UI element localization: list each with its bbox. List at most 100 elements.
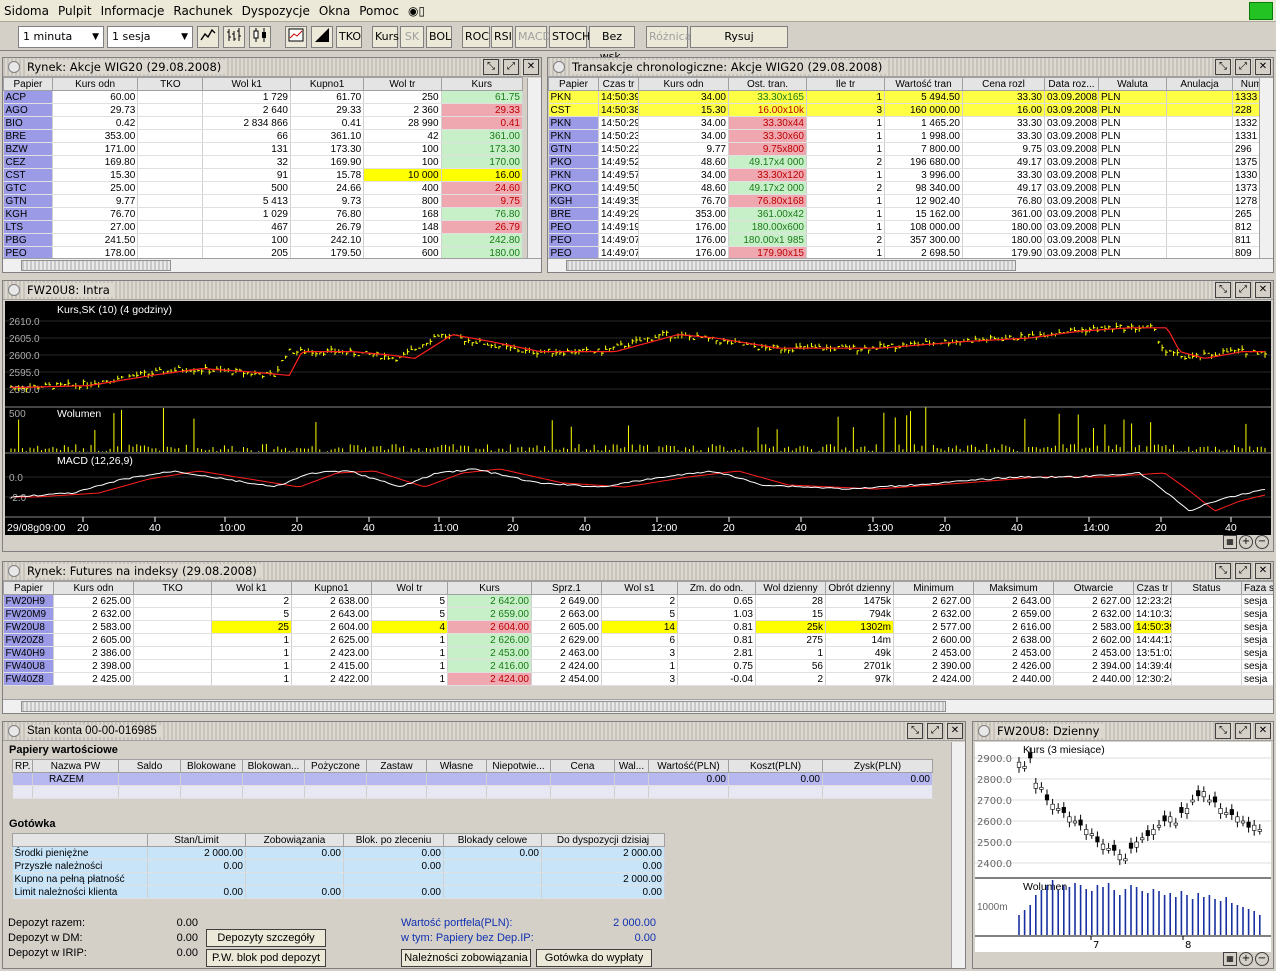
- table-row[interactable]: GTN 9.77 5 413 9.73 800 9.75: [3, 194, 524, 208]
- table-row[interactable]: PKO 14:49:50 48.60 49.17x2 000 2 98 340.00 49.…: [548, 181, 1273, 195]
- plugin-icon[interactable]: ◉▯: [408, 4, 425, 18]
- table-row[interactable]: FW20H9 2 625.00 2 2 638.00 5 2 642.00 2 649.00…: [3, 594, 1273, 608]
- bez-wsk-button[interactable]: Bez wsk.: [589, 26, 635, 63]
- interval-select[interactable]: 1 minuta ▼: [18, 26, 104, 48]
- table-row[interactable]: Kupno na pełną płatność 2 000.00: [12, 872, 791, 886]
- menu-rachunek[interactable]: Rachunek: [173, 4, 232, 18]
- close-icon[interactable]: ✕: [1255, 723, 1271, 739]
- table-row[interactable]: PKN 14:50:39 34.00 33.30x165 1 5 494.50 33.30 0…: [548, 90, 1273, 104]
- table-row[interactable]: PBG 241.50 100 242.10 100 242.80: [3, 233, 524, 247]
- undock-icon[interactable]: ⤡: [1215, 723, 1231, 739]
- table-row[interactable]: BZW 171.00 131 173.30 100 173.30: [3, 142, 524, 156]
- candle-chart-icon[interactable]: [249, 26, 271, 48]
- window-menu-icon[interactable]: [8, 725, 20, 737]
- table-row[interactable]: PKO 14:49:52 48.60 49.17x4 000 2 196 680.00 49…: [548, 155, 1273, 169]
- zoom-out-icon[interactable]: −: [1255, 535, 1269, 549]
- intra-chart[interactable]: Kurs,SK (10) (4 godziny) Wolumen 500 MAC…: [5, 301, 1271, 535]
- stoch-button[interactable]: STOCH: [549, 26, 590, 48]
- kurs-button[interactable]: Kurs: [372, 26, 399, 48]
- close-icon[interactable]: ✕: [523, 59, 539, 75]
- maximize-icon[interactable]: ⤢: [1235, 59, 1251, 75]
- undock-icon[interactable]: ⤡: [1215, 59, 1231, 75]
- maximize-icon[interactable]: ⤢: [1235, 563, 1251, 579]
- roznica-button[interactable]: Różnica: [646, 26, 691, 48]
- table-row[interactable]: PKN 14:49:57 34.00 33.30x120 1 3 996.00 33.30 0…: [548, 168, 1273, 182]
- volume-shape-icon[interactable]: [311, 26, 333, 48]
- undock-icon[interactable]: ⤡: [1215, 282, 1231, 298]
- menu-pomoc[interactable]: Pomoc: [359, 4, 399, 18]
- window-menu-icon[interactable]: [8, 284, 20, 296]
- table-row[interactable]: PKN 14:50:23 34.00 33.30x60 1 1 998.00 33.30 03…: [548, 129, 1273, 143]
- window-menu-icon[interactable]: [978, 725, 990, 737]
- window-menu-icon[interactable]: [553, 61, 565, 73]
- table-row[interactable]: PKN 14:50:29 34.00 33.30x44 1 1 465.20 33.30 03…: [548, 116, 1273, 130]
- close-icon[interactable]: ✕: [1255, 59, 1271, 75]
- table-row[interactable]: Limit należności klienta 0.00 0.00 0.00 0.00: [12, 885, 791, 899]
- table-row[interactable]: PEO 14:49:07 176.00 180.00x1 985 2 357 300.00…: [548, 233, 1273, 247]
- undock-icon[interactable]: ⤡: [907, 723, 923, 739]
- maximize-icon[interactable]: ⤢: [1235, 282, 1251, 298]
- table-row[interactable]: BRE 14:49:29 353.00 361.00x42 1 15 162.00 361.…: [548, 207, 1273, 221]
- window-menu-icon[interactable]: [8, 565, 20, 577]
- undock-icon[interactable]: ⤡: [483, 59, 499, 75]
- table-row[interactable]: CEZ 169.80 32 169.90 100 170.00: [3, 155, 524, 169]
- table-row[interactable]: GTC 25.00 500 24.66 400 24.60: [3, 181, 524, 195]
- close-icon[interactable]: ✕: [1255, 563, 1271, 579]
- sk-button[interactable]: SK: [400, 26, 424, 48]
- table-row[interactable]: BRE 353.00 66 361.10 42 361.00: [3, 129, 524, 143]
- grid-icon[interactable]: ▦: [1223, 535, 1237, 549]
- grid-icon[interactable]: ▦: [1223, 952, 1237, 966]
- futures-horizontal-scrollbar[interactable]: [3, 699, 1273, 713]
- cash-withdrawal-button[interactable]: Gotówka do wypłaty: [536, 949, 652, 967]
- table-row[interactable]: PEO 14:49:19 176.00 180.00x600 1 108 000.00 18…: [548, 220, 1273, 234]
- table-row[interactable]: FW40Z8 2 425.00 1 2 422.00 1 2 424.00 2 454.00…: [3, 672, 1273, 686]
- window-menu-icon[interactable]: [8, 61, 20, 73]
- close-icon[interactable]: ✕: [1255, 282, 1271, 298]
- macd-button[interactable]: MACD: [515, 26, 551, 48]
- table-row[interactable]: KGH 76.70 1 029 76.80 168 76.80: [3, 207, 524, 221]
- bol-button[interactable]: BOL: [426, 26, 452, 48]
- table-row[interactable]: ACP 60.00 1 729 61.70 250 61.75: [3, 90, 524, 104]
- account-vertical-scrollbar[interactable]: [951, 742, 965, 968]
- deposits-details-button[interactable]: Depozyty szczegóły: [206, 929, 326, 947]
- table-row[interactable]: AGO 29.73 2 640 29.33 2 360 29.33: [3, 103, 524, 117]
- zoom-out-icon[interactable]: −: [1255, 952, 1269, 966]
- rysuj-button[interactable]: Rysuj: [690, 26, 788, 48]
- daily-chart[interactable]: Kurs (3 miesiące) Wolumen 1000m 2900.0 28…: [975, 742, 1271, 952]
- table-row[interactable]: FW40H9 2 386.00 1 2 423.00 1 2 453.00 2 463.00…: [3, 646, 1273, 660]
- maximize-icon[interactable]: ⤢: [927, 723, 943, 739]
- table-row[interactable]: RAZEM 0.00 0.00 0.00: [12, 772, 933, 786]
- transactions-vertical-scrollbar[interactable]: [1259, 78, 1273, 258]
- table-row[interactable]: Przyszłe należności 0.00 0.00 0.00: [12, 859, 791, 873]
- session-select[interactable]: 1 sesja ▼: [107, 26, 193, 48]
- menu-dyspozycje[interactable]: Dyspozycje: [242, 4, 310, 18]
- table-row[interactable]: KGH 14:49:35 76.70 76.80x168 1 12 902.40 76.80…: [548, 194, 1273, 208]
- wig20-horizontal-scrollbar[interactable]: [3, 258, 541, 272]
- menu-sidoma[interactable]: Sidoma: [4, 4, 49, 18]
- line-chart-icon[interactable]: [197, 26, 219, 48]
- zoom-in-icon[interactable]: +: [1239, 952, 1253, 966]
- wig20-vertical-scrollbar[interactable]: [527, 78, 541, 258]
- table-row[interactable]: FW40U8 2 398.00 1 2 415.00 1 2 416.00 2 424.00…: [3, 659, 1273, 673]
- tko-button[interactable]: TKO: [336, 26, 362, 48]
- maximize-icon[interactable]: ⤢: [503, 59, 519, 75]
- table-row[interactable]: Środki pieniężne 2 000.00 0.00 0.00 0.00 2 00…: [12, 846, 791, 860]
- receivables-liabilities-button[interactable]: Należności zobowiązania: [401, 949, 531, 967]
- menu-okna[interactable]: Okna: [319, 4, 350, 18]
- close-icon[interactable]: ✕: [947, 723, 963, 739]
- table-row[interactable]: FW20U8 2 583.00 25 2 604.00 4 2 604.00 2 605.0…: [3, 620, 1273, 634]
- transactions-horizontal-scrollbar[interactable]: [548, 258, 1273, 272]
- table-row[interactable]: FW20M9 2 632.00 5 2 643.00 5 2 659.00 2 663.00…: [3, 607, 1273, 621]
- menu-informacje[interactable]: Informacje: [101, 4, 165, 18]
- pw-block-deposit-button[interactable]: P.W. blok pod depozyt: [206, 949, 326, 967]
- undock-icon[interactable]: ⤡: [1215, 563, 1231, 579]
- chart-window-icon[interactable]: [285, 26, 307, 48]
- table-row[interactable]: LTS 27.00 467 26.79 148 26.79: [3, 220, 524, 234]
- maximize-icon[interactable]: ⤢: [1235, 723, 1251, 739]
- zoom-in-icon[interactable]: +: [1239, 535, 1253, 549]
- roc-button[interactable]: ROC: [462, 26, 490, 48]
- table-row[interactable]: GTN 14:50:22 9.77 9.75x800 1 7 800.00 9.75 03.0…: [548, 142, 1273, 156]
- ohlc-chart-icon[interactable]: [223, 26, 245, 48]
- rsi-button[interactable]: RSI: [491, 26, 513, 48]
- table-row[interactable]: CST 14:50:38 15.30 16.00x10k 3 160 000.00 16.0…: [548, 103, 1273, 117]
